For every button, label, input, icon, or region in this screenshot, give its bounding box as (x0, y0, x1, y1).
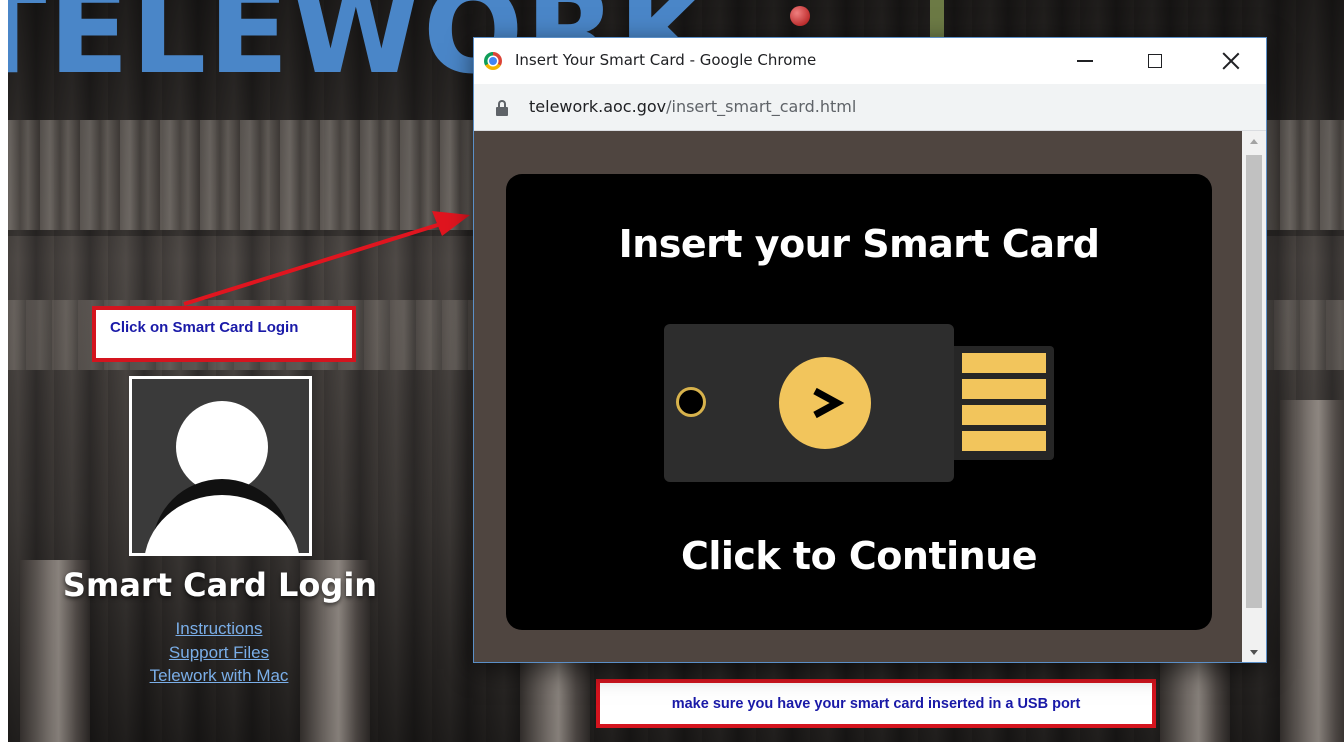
background-pole (930, 0, 944, 40)
background-column (520, 660, 590, 742)
usb-contact (962, 405, 1046, 425)
usb-connector (954, 346, 1054, 460)
key-ring-hole (676, 387, 706, 417)
window-title: Insert Your Smart Card - Google Chrome (515, 51, 817, 69)
usb-contact (962, 431, 1046, 451)
lock-icon[interactable] (495, 100, 509, 116)
annotation-callout-usb: make sure you have your smart card inser… (596, 679, 1156, 728)
url-host: telework.aoc.gov (529, 97, 667, 116)
support-files-link[interactable]: Support Files (110, 641, 328, 665)
scroll-up-icon (1250, 138, 1258, 144)
minimize-icon (1077, 60, 1093, 62)
map-pin-icon (790, 6, 810, 26)
background-left-edge (0, 0, 8, 742)
telework-with-mac-link[interactable]: Telework with Mac (110, 664, 328, 688)
login-links: Instructions Support Files Telework with… (110, 617, 328, 688)
scroll-down-icon (1250, 649, 1258, 655)
usb-contact (962, 353, 1046, 373)
vertical-scrollbar[interactable] (1242, 131, 1266, 662)
url-text[interactable]: telework.aoc.gov/insert_smart_card.html (529, 97, 856, 116)
smart-card-login-title[interactable]: Smart Card Login (40, 566, 400, 604)
minimize-button[interactable] (1050, 38, 1120, 84)
close-icon (1222, 52, 1240, 70)
maximize-icon (1148, 54, 1162, 68)
scrollbar-thumb[interactable] (1246, 155, 1262, 608)
address-bar[interactable]: telework.aoc.gov/insert_smart_card.html (474, 84, 1266, 131)
annotation-callout-login: Click on Smart Card Login (92, 306, 356, 362)
window-titlebar[interactable]: Insert Your Smart Card - Google Chrome (474, 38, 1266, 84)
url-path: /insert_smart_card.html (666, 97, 857, 116)
chrome-popup-window: Insert Your Smart Card - Google Chrome t… (473, 37, 1267, 663)
chrome-logo-icon (484, 52, 502, 70)
maximize-button[interactable] (1120, 38, 1190, 84)
chevron-right-icon (813, 387, 845, 419)
background-column (1280, 400, 1344, 742)
click-to-continue-button[interactable]: Click to Continue (506, 534, 1212, 578)
instructions-link[interactable]: Instructions (110, 617, 328, 641)
insert-smart-card-heading: Insert your Smart Card (618, 222, 1100, 266)
lock-body (496, 107, 508, 116)
page-viewport: Insert your Smart Card Click to Continue (474, 131, 1266, 662)
insert-smart-card-panel[interactable]: Insert your Smart Card Click to Continue (506, 174, 1212, 630)
close-button[interactable] (1196, 38, 1266, 84)
user-silhouette-icon[interactable] (129, 376, 312, 556)
scroll-down-button[interactable] (1242, 642, 1266, 662)
usb-security-key-icon (664, 324, 954, 482)
key-touch-button (779, 357, 871, 449)
usb-contact (962, 379, 1046, 399)
scroll-up-button[interactable] (1242, 131, 1266, 151)
